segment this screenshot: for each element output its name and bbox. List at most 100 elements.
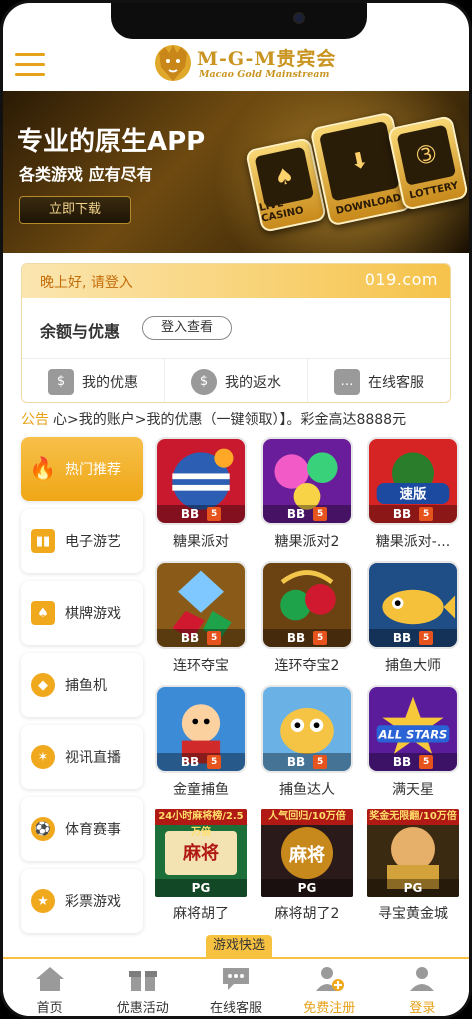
category-fishing[interactable]: ◆ 捕鱼机 xyxy=(21,653,143,717)
game-card[interactable]: BB 5 连环夺宝2 xyxy=(255,561,359,675)
game-name: 捕鱼大师 xyxy=(385,658,441,674)
announcement-text: 心>我的账户>我的优惠（一键领取）】。彩金高达8888元 xyxy=(53,412,407,428)
game-name: 连环夺宝2 xyxy=(274,658,340,674)
game-card[interactable]: BB 5 连环夺宝 xyxy=(149,561,253,675)
menu-icon[interactable] xyxy=(15,53,45,77)
game-name: 寻宝黄金城 xyxy=(378,906,448,922)
quick-select-tab[interactable]: 游戏快选 xyxy=(206,935,272,957)
game-card[interactable]: ALL STARS BB 5 满天星 xyxy=(361,685,465,799)
nav-home[interactable]: 首页 xyxy=(3,959,96,1016)
provider-badge: BB xyxy=(286,507,306,521)
html5-icon: 5 xyxy=(207,755,222,769)
game-name: 糖果派对-... xyxy=(375,534,451,550)
html5-icon: 5 xyxy=(313,507,328,521)
balance-label: 余额与优惠 xyxy=(40,322,121,341)
device-notch xyxy=(111,3,367,39)
camera-icon xyxy=(293,12,305,24)
lottery-ball-icon: ➂ xyxy=(396,124,457,186)
brand-subtitle: Macao Gold Mainstream xyxy=(199,69,330,80)
provider-badge: BB xyxy=(286,631,306,645)
customer-service-button[interactable]: … 在线客服 xyxy=(308,359,450,402)
promo-banner[interactable]: 专业的原生APP 各类游戏 应有尽有 立即下载 ♠ LIVE CASINO ⬇ … xyxy=(3,91,469,253)
phone-frame: M-G-M贵宾会 Macao Gold Mainstream 专业的原生APP … xyxy=(0,0,472,1019)
lottery-icon: ★ xyxy=(31,889,55,913)
top-header: M-G-M贵宾会 Macao Gold Mainstream xyxy=(3,39,469,91)
provider-badge: BB xyxy=(392,631,412,645)
svg-text:ALL STARS: ALL STARS xyxy=(378,728,448,742)
promo-strip: 人气回归/10万倍 xyxy=(261,809,353,825)
cards-icon: ♠ xyxy=(31,601,55,625)
banner-subtitle: 各类游戏 应有尽有 xyxy=(19,165,153,184)
game-card[interactable]: BB 5 糖果派对 xyxy=(149,437,253,551)
bottom-nav: 首页 优惠活动 在线客服 免费注册 登录 xyxy=(3,957,469,1016)
account-card: 晚上好, 请登入 019.com 余额与优惠 登入查看 $ 我的优惠 $ 我的返… xyxy=(21,263,451,403)
game-card[interactable]: BB 5 捕鱼大师 xyxy=(361,561,465,675)
category-cards[interactable]: ♠ 棋牌游戏 xyxy=(21,581,143,645)
html5-icon: 5 xyxy=(207,507,222,521)
provider-badge: PG xyxy=(297,881,317,895)
nav-register[interactable]: 免费注册 xyxy=(283,959,376,1016)
soccer-icon: ⚽ xyxy=(31,817,55,841)
login-icon xyxy=(410,967,435,991)
provider-badge: BB xyxy=(286,755,306,769)
promo-strip: 24小时麻将榜/2.5万倍 xyxy=(155,809,247,838)
provider-badge: BB xyxy=(392,507,412,521)
home-icon xyxy=(35,967,64,991)
gift-icon xyxy=(128,971,157,991)
category-live[interactable]: ✶ 视讯直播 xyxy=(21,725,143,789)
announcement-ticker[interactable]: 公告 心>我的账户>我的优惠（一键领取）】。彩金高达8888元 xyxy=(21,409,469,431)
game-name: 麻将胡了 xyxy=(173,906,229,922)
html5-icon: 5 xyxy=(313,631,328,645)
brand-name: M-G-M贵宾会 xyxy=(197,48,337,70)
html5-icon: 5 xyxy=(419,631,434,645)
download-button[interactable]: 立即下载 xyxy=(19,196,131,224)
html5-icon: 5 xyxy=(207,631,222,645)
promo-strip: 奖金无限翻/10万倍 xyxy=(367,809,459,825)
game-card[interactable]: 奖金无限翻/10万倍 PG 寻宝黄金城 xyxy=(361,809,465,923)
game-card[interactable]: 麻将 24小时麻将榜/2.5万倍 PG 麻将胡了 xyxy=(149,809,253,923)
category-lottery[interactable]: ★ 彩票游戏 xyxy=(21,869,143,933)
nav-promotions[interactable]: 优惠活动 xyxy=(96,959,189,1016)
category-hot[interactable]: 🔥 热门推荐 xyxy=(21,437,143,501)
provider-badge: PG xyxy=(403,881,423,895)
game-name: 金童捕鱼 xyxy=(173,782,229,798)
slot-icon: ▮▮ xyxy=(31,529,55,553)
chat-icon: … xyxy=(334,368,360,395)
game-name: 糖果派对 xyxy=(173,534,229,550)
html5-icon: 5 xyxy=(419,507,434,521)
game-card[interactable]: BB 5 糖果派对2 xyxy=(255,437,359,551)
svg-text:麻将: 麻将 xyxy=(288,844,325,866)
game-card[interactable]: BB 5 金童捕鱼 xyxy=(149,685,253,799)
game-name: 连环夺宝 xyxy=(173,658,229,674)
fish-icon: ◆ xyxy=(31,673,55,697)
my-promo-button[interactable]: $ 我的优惠 xyxy=(22,359,165,402)
provider-badge: BB xyxy=(180,507,200,521)
category-sports[interactable]: ⚽ 体育赛事 xyxy=(21,797,143,861)
nav-customer-service[interactable]: 在线客服 xyxy=(189,959,282,1016)
my-rebate-button[interactable]: $ 我的返水 xyxy=(165,359,308,402)
greeting-text[interactable]: 晚上好, 请登入 xyxy=(40,272,133,292)
login-view-button[interactable]: 登入查看 xyxy=(142,316,232,340)
svg-text:麻将: 麻将 xyxy=(182,842,219,864)
game-card[interactable]: BB 5 捕鱼达人 xyxy=(255,685,359,799)
provider-badge: BB xyxy=(180,631,200,645)
nav-login[interactable]: 登录 xyxy=(376,959,469,1016)
category-slots[interactable]: ▮▮ 电子游艺 xyxy=(21,509,143,573)
provider-badge: BB xyxy=(180,755,200,769)
provider-badge: PG xyxy=(191,881,211,895)
download-arrow-icon: ⬇ xyxy=(319,120,400,202)
html5-icon: 5 xyxy=(313,755,328,769)
banner-title: 专业的原生APP xyxy=(17,127,206,157)
game-name: 满天星 xyxy=(392,782,434,798)
game-name: 捕鱼达人 xyxy=(279,782,335,798)
site-domain: 019.com xyxy=(364,270,438,289)
game-card[interactable]: 麻将 人气回归/10万倍 PG 麻将胡了2 xyxy=(255,809,359,923)
game-card[interactable]: 速版 BB 5 糖果派对-... xyxy=(361,437,465,551)
svg-text:速版: 速版 xyxy=(400,485,427,502)
rebate-icon: $ xyxy=(191,368,217,395)
register-icon xyxy=(316,967,345,991)
live-icon: ✶ xyxy=(31,745,55,769)
brand-logo[interactable]: M-G-M贵宾会 Macao Gold Mainstream xyxy=(151,43,341,85)
account-actions: $ 我的优惠 $ 我的返水 … 在线客服 xyxy=(22,358,450,402)
chat-icon xyxy=(223,968,249,990)
